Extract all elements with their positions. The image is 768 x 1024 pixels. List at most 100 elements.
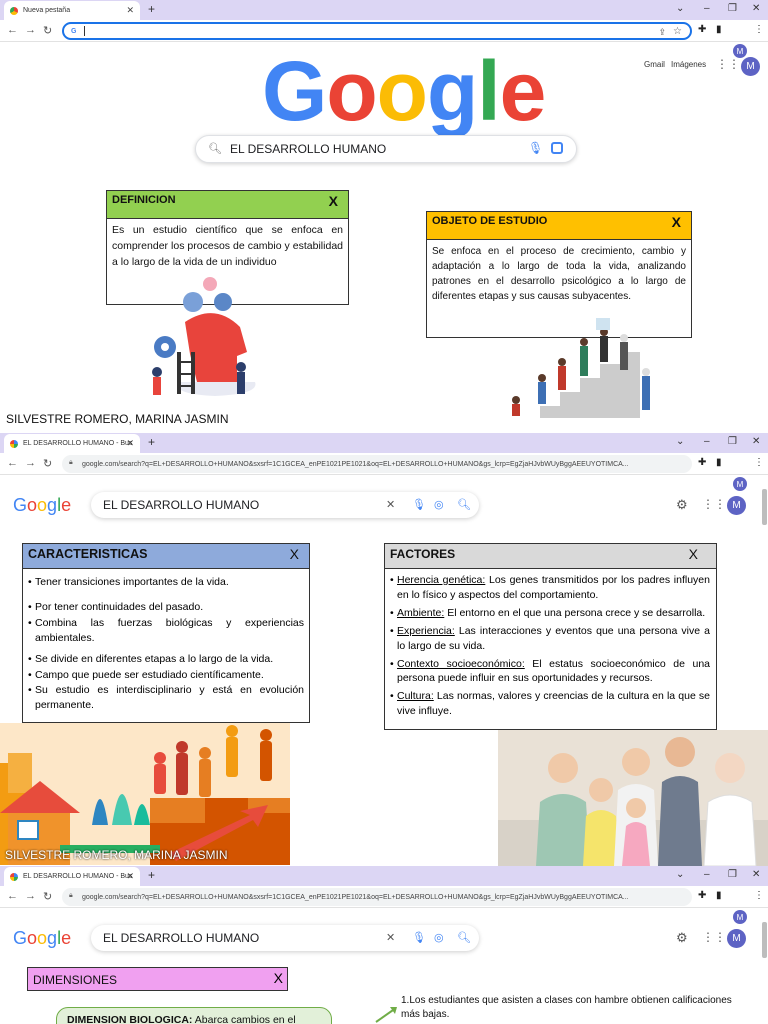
microphone-icon[interactable]: 🎙︎ (412, 498, 426, 511)
url-text: google.com/search?q=EL+DESARROLLO+HUMANO… (82, 460, 629, 468)
browser-window-2: EL DESARROLLO HUMANO - Bus ✕ + ⌄ – ❐ ✕ ←… (0, 433, 768, 868)
reload-icon[interactable]: ↻ (43, 24, 52, 37)
chevron-down-icon[interactable]: ⌄ (676, 3, 684, 14)
close-tab-icon[interactable]: ✕ (126, 438, 134, 449)
lens-icon[interactable]: ◎ (434, 931, 444, 944)
profile-avatar[interactable]: M (733, 477, 747, 491)
settings-gear-icon[interactable]: ⚙ (676, 497, 688, 513)
share-icon[interactable]: ⇪ (658, 27, 666, 38)
settings-gear-icon[interactable]: ⚙ (676, 930, 688, 946)
factores-title: FACTORES (390, 547, 456, 561)
gmail-link[interactable]: Gmail (644, 60, 665, 69)
search-icon[interactable]: 🔍︎ (457, 931, 471, 944)
tab-title: EL DESARROLLO HUMANO - Bus (23, 873, 133, 880)
logo-letter: o (326, 44, 377, 138)
extensions-icon[interactable]: ✚ (698, 890, 706, 901)
restore-button[interactable]: ❐ (728, 3, 737, 14)
note-text: 1.Los estudiantes que asisten a clases c… (401, 995, 732, 1020)
scrollbar[interactable] (762, 922, 767, 958)
tab-search-results[interactable]: EL DESARROLLO HUMANO - Bus ✕ (4, 867, 140, 886)
close-icon[interactable]: X (274, 970, 283, 986)
lock-icon: 🔒︎ (69, 892, 73, 899)
definicion-title: DEFINICION (112, 194, 176, 206)
search-query: EL DESARROLLO HUMANO (103, 931, 260, 945)
close-window-button[interactable]: ✕ (752, 3, 760, 14)
close-window-button[interactable]: ✕ (752, 436, 760, 447)
microphone-icon[interactable]: 🎙︎ (412, 931, 426, 944)
menu-dots-icon[interactable]: ⋮ (754, 457, 764, 468)
google-search-box[interactable]: EL DESARROLLO HUMANO ✕ 🎙︎ ◎ 🔍︎ (91, 492, 479, 518)
sidepanel-icon[interactable]: ▮ (716, 457, 722, 468)
definicion-text: Es un estudio científico que se enfoca e… (112, 224, 343, 268)
close-window-button[interactable]: ✕ (752, 869, 760, 880)
close-icon[interactable]: X (290, 546, 299, 562)
sidepanel-icon[interactable]: ▮ (716, 890, 722, 901)
minimize-button[interactable]: – (704, 869, 710, 880)
google-logo-small[interactable]: Google (13, 928, 71, 949)
sidepanel-icon[interactable]: ▮ (716, 24, 722, 35)
restore-button[interactable]: ❐ (728, 436, 737, 447)
list-item: Se divide en diferentes etapas a lo larg… (28, 652, 304, 667)
apps-grid-icon[interactable]: ⋮⋮ (702, 930, 726, 944)
objeto-title: OBJETO DE ESTUDIO (432, 215, 548, 227)
back-icon[interactable]: ← (7, 24, 18, 36)
menu-dots-icon[interactable]: ⋮ (754, 24, 764, 35)
profile-avatar-page[interactable]: M (727, 929, 746, 948)
address-input[interactable]: 🔒︎ google.com/search?q=EL+DESARROLLO+HUM… (62, 888, 692, 906)
profile-avatar-page[interactable]: M (727, 496, 746, 515)
lens-icon[interactable]: ◎ (434, 498, 444, 511)
google-search-box[interactable]: 🔍︎ EL DESARROLLO HUMANO 🎙︎ (195, 135, 577, 163)
tab-search-results[interactable]: EL DESARROLLO HUMANO - Bus ✕ (4, 434, 140, 453)
extensions-icon[interactable]: ✚ (698, 457, 706, 468)
logo-letter: o (27, 495, 38, 515)
factores-list: Herencia genética: Los genes transmitido… (385, 569, 716, 719)
google-search-box[interactable]: EL DESARROLLO HUMANO ✕ 🎙︎ ◎ 🔍︎ (91, 925, 479, 951)
back-icon[interactable]: ← (7, 890, 18, 902)
close-icon[interactable]: X (672, 214, 681, 230)
extensions-icon[interactable]: ✚ (698, 24, 706, 35)
forward-icon[interactable]: → (25, 457, 36, 469)
back-icon[interactable]: ← (7, 457, 18, 469)
clear-icon[interactable]: ✕ (386, 498, 395, 511)
microphone-icon[interactable]: 🎙︎ (528, 141, 543, 155)
menu-dots-icon[interactable]: ⋮ (754, 890, 764, 901)
profile-avatar[interactable]: M (733, 44, 747, 58)
tab-nueva-pestana[interactable]: Nueva pestaña ✕ (4, 1, 140, 20)
search-icon: 🔍︎ (208, 143, 222, 155)
google-logo-small[interactable]: Google (13, 495, 71, 516)
clear-icon[interactable]: ✕ (386, 931, 395, 944)
scrollbar[interactable] (762, 489, 767, 525)
apps-grid-icon[interactable]: ⋮⋮ (716, 57, 740, 71)
minimize-button[interactable]: – (704, 436, 710, 447)
bookmark-star-icon[interactable]: ☆ (673, 26, 682, 37)
new-tab-button[interactable]: + (148, 2, 155, 16)
new-tab-button[interactable]: + (148, 868, 155, 882)
forward-icon[interactable]: → (25, 24, 36, 36)
restore-button[interactable]: ❐ (728, 869, 737, 880)
close-icon[interactable]: X (689, 546, 698, 562)
search-icon[interactable]: 🔍︎ (457, 498, 471, 511)
logo-letter: G (13, 928, 28, 948)
images-link[interactable]: Imágenes (671, 60, 706, 69)
lens-icon[interactable] (551, 142, 563, 154)
reload-icon[interactable]: ↻ (43, 890, 52, 903)
chevron-down-icon[interactable]: ⌄ (676, 436, 684, 447)
reload-icon[interactable]: ↻ (43, 457, 52, 470)
factor-text: Las normas, valores y creencias de la cu… (397, 690, 710, 718)
profile-avatar[interactable]: M (733, 910, 747, 924)
address-input[interactable]: G ⇪ ☆ (62, 22, 692, 40)
close-icon[interactable]: X (329, 193, 338, 209)
profile-avatar-page[interactable]: M (741, 57, 760, 76)
minimize-button[interactable]: – (704, 3, 710, 14)
chevron-down-icon[interactable]: ⌄ (676, 869, 684, 880)
new-tab-button[interactable]: + (148, 435, 155, 449)
apps-grid-icon[interactable]: ⋮⋮ (702, 497, 726, 511)
list-item: Contexto socioeconómico: El estatus soci… (390, 657, 710, 687)
logo-letter: G (13, 495, 28, 515)
forward-icon[interactable]: → (25, 890, 36, 902)
close-tab-icon[interactable]: ✕ (126, 5, 134, 16)
address-input[interactable]: 🔒︎ google.com/search?q=EL+DESARROLLO+HUM… (62, 455, 692, 473)
logo-letter: e (499, 44, 547, 138)
close-tab-icon[interactable]: ✕ (126, 871, 134, 882)
logo-letter: o (27, 928, 38, 948)
